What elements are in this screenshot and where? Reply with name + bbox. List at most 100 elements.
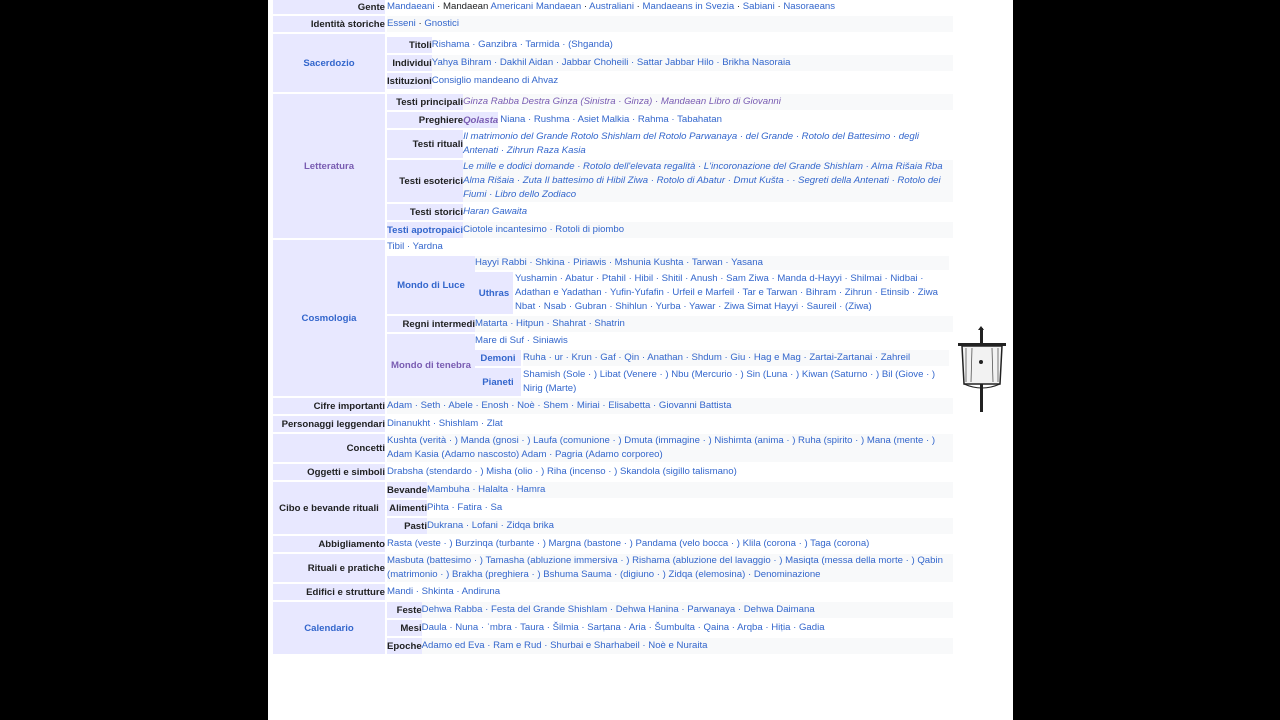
subgroup-label: Testi principali <box>387 94 464 110</box>
subgroup-table: Tibil · Yardna Mondo di Luce Hayyi Rabbi… <box>387 238 953 398</box>
row-personaggi: Personaggi leggendari Dinanukht · Shishla… <box>273 416 953 432</box>
row-links[interactable]: Rishama · Ganzibra · Tarmida · (Shganda) <box>431 37 953 53</box>
row-links[interactable]: Kushta (verità · ) Manda (gnosi · ) Lauf… <box>387 434 953 462</box>
subgroup-label: Mesi <box>387 620 422 636</box>
row-links[interactable]: Niana · Rushma · Asiet Malkia · Rahma · … <box>500 112 949 128</box>
group-label: Cibo e bevande rituali <box>273 482 385 534</box>
row-links[interactable]: Dinanukht · Shishlam · Zlat <box>387 416 953 432</box>
row-links[interactable]: Dukrana · Lofani · Zidqa brika <box>427 518 953 534</box>
group-label: Rituali e pratiche <box>273 554 385 582</box>
subgroup-label[interactable]: Mondo di tenebra <box>387 334 475 396</box>
subgroup-label: Preghiere <box>387 112 464 128</box>
row-links[interactable]: Ruha · ur · Krun · Gaf · Qin · Anathan ·… <box>523 350 949 366</box>
group-label: Identità storiche <box>273 16 385 32</box>
row-links[interactable]: Ciotole incantesimo · Rotoli di piombo <box>463 222 953 238</box>
row-links[interactable]: Hayyi Rabbi · Shkina · Piriawis · Mshuni… <box>475 256 949 270</box>
subgroup-container: Mare di Suf · Siniawis Demoni Ruha · ur … <box>475 334 953 396</box>
subgroup-label: Alimenti <box>387 500 427 516</box>
navbox-page: Gente Mandaeani · Mandaean Americani Man… <box>268 0 1013 720</box>
row-links: Esseni · Gnostici <box>387 16 953 32</box>
row-cosmologia: Cosmologia Tibil · Yardna Mondo di Luce … <box>273 240 953 396</box>
link[interactable]: Gnostici <box>424 18 459 29</box>
row-links[interactable]: Matarta · Hitpun · Shahrat · Shatrin <box>475 316 953 332</box>
group-label[interactable]: Calendario <box>273 602 385 654</box>
subgroup-label[interactable]: Uthras <box>475 272 513 314</box>
subgroup-table: Hayyi Rabbi · Shkina · Piriawis · Mshuni… <box>473 254 951 316</box>
subgroup-table: Bevande Mambuha · Halalta · Hamra Aliment… <box>387 480 953 536</box>
subgroup-label[interactable]: Mondo di Luce <box>387 256 475 314</box>
row-links[interactable]: Ginza Rabba Destra Ginza (Sinistra · Gin… <box>463 94 953 110</box>
link[interactable]: Mandaeani <box>387 1 434 12</box>
subgroup-container: Titoli Rishama · Ganzibra · Tarmida · (Sh… <box>387 34 953 92</box>
subgroup-label: Istituzioni <box>387 73 432 89</box>
row-links[interactable]: Adamo ed Eva · Ram e Rud · Shurbai e Sha… <box>421 638 953 654</box>
subgroup-label: Titoli <box>387 37 432 53</box>
row-oggetti: Oggetti e simboli Drabsha (stendardo · ) … <box>273 464 953 480</box>
row-letteratura: Letteratura Testi principali Ginza Rabba … <box>273 94 953 238</box>
subgroup-container: Tibil · Yardna Mondo di Luce Hayyi Rabbi… <box>387 240 953 396</box>
group-label: Sacerdozio <box>273 34 385 92</box>
navbox-table: Gente Mandaeani · Mandaean Americani Man… <box>271 0 955 656</box>
subgroup-container: Bevande Mambuha · Halalta · Hamra Aliment… <box>387 482 953 534</box>
link[interactable]: Australiani <box>589 1 634 12</box>
row-abbigliamento: Abbigliamento Rasta (veste · ) Burzinqa (… <box>273 536 953 552</box>
subgroup-table: Feste Dehwa Rabba · Festa del Grande Shis… <box>387 600 953 656</box>
row-links[interactable]: Dehwa Rabba · Festa del Grande Shishlam … <box>421 602 953 618</box>
row-links[interactable]: Tibil · Yardna <box>387 240 953 254</box>
subgroup-label[interactable]: Pianeti <box>475 368 521 396</box>
row-links[interactable]: Consiglio mandeano di Ahvaz <box>431 73 953 89</box>
subgroup-container: Testi principali Ginza Rabba Destra Ginza… <box>387 94 953 238</box>
row-links[interactable]: Il matrimonio del Grande Rotolo Shishlam… <box>463 130 953 158</box>
row-links[interactable]: Shamish (Sole · ) Libat (Venere · ) Nbu … <box>523 368 949 396</box>
row-links[interactable]: Yahya Bihram · Dakhil Aidan · Jabbar Cho… <box>431 55 953 71</box>
row-gente: Gente Mandaeani · Mandaean Americani Man… <box>273 0 953 14</box>
subgroup-label: Bevande <box>387 482 427 498</box>
group-label: Cifre importanti <box>273 398 385 414</box>
group-label[interactable]: Cosmologia <box>273 240 385 396</box>
subgroup-label: Testi rituali <box>387 130 464 158</box>
navbox: Gente Mandaeani · Mandaean Americani Man… <box>271 0 955 656</box>
inner-label[interactable]: Qolasta <box>463 112 499 128</box>
row-links: Mandaeani · Mandaean Americani Mandaean … <box>387 0 953 14</box>
subgroup-table: Testi principali Ginza Rabba Destra Ginza… <box>387 92 953 240</box>
row-links[interactable]: Masbuta (battesimo · ) Tamasha (abluzion… <box>387 554 953 582</box>
text: Mandaean <box>443 1 489 12</box>
link[interactable]: Esseni <box>387 18 416 29</box>
subgroup-label: Feste <box>387 602 422 618</box>
row-links[interactable]: Rasta (veste · ) Burzinqa (turbante · ) … <box>387 536 953 552</box>
row-cifre: Cifre importanti Adam · Seth · Abele · En… <box>273 398 953 414</box>
row-concetti: Concetti Kushta (verità · ) Manda (gnosi … <box>273 434 953 462</box>
link[interactable]: Americani Mandaean <box>491 1 582 12</box>
subgroup-label[interactable]: Demoni <box>475 350 521 366</box>
group-label: Personaggi leggendari <box>273 416 385 432</box>
group-label: Oggetti e simboli <box>273 464 385 480</box>
link[interactable]: Sabiani <box>743 1 775 12</box>
group-label: Concetti <box>273 434 385 462</box>
row-cibo: Cibo e bevande rituali Bevande Mambuha · … <box>273 482 953 534</box>
row-links[interactable]: Mandi · Shkinta · Andiruna <box>387 584 953 600</box>
subgroup-table: Mare di Suf · Siniawis Demoni Ruha · ur … <box>473 332 951 398</box>
subgroup-table: Titoli Rishama · Ganzibra · Tarmida · (Sh… <box>387 35 953 91</box>
group-label: Gente <box>273 0 385 14</box>
subgroup-container: Feste Dehwa Rabba · Festa del Grande Shis… <box>387 602 953 654</box>
drabsha-icon <box>958 326 1006 412</box>
row-links[interactable]: Haran Gawaita <box>463 204 953 220</box>
row-links[interactable]: Daula · Nuna · ʿmbra · Taura · Šilmia · … <box>421 620 953 636</box>
group-label: Abbigliamento <box>273 536 385 552</box>
row-links[interactable]: Drabsha (stendardo · ) Misha (olio · ) R… <box>387 464 953 480</box>
row-identita: Identità storiche Esseni · Gnostici <box>273 16 953 32</box>
row-links[interactable]: Mambuha · Halalta · Hamra <box>427 482 953 498</box>
row-links[interactable]: Pihta · Fatira · Sa <box>427 500 953 516</box>
prayer-container: Qolasta Niana · Rushma · Asiet Malkia · … <box>463 112 953 128</box>
row-links[interactable]: Le mille e dodici domande · Rotolo dell'… <box>463 160 953 202</box>
subgroup-label: Individui <box>387 55 432 71</box>
subgroup-label: Pasti <box>387 518 427 534</box>
subgroup-label[interactable]: Testi apotropaici <box>387 222 464 238</box>
row-links[interactable]: Adam · Seth · Abele · Enosh · Noè · Shem… <box>387 398 953 414</box>
row-calendario: Calendario Feste Dehwa Rabba · Festa del … <box>273 602 953 654</box>
row-links[interactable]: Yushamin · Abatur · Ptahil · Hibil · Shi… <box>515 272 949 314</box>
link[interactable]: Nasoraeans <box>783 1 835 12</box>
prayer-table: Qolasta Niana · Rushma · Asiet Malkia · … <box>461 112 951 128</box>
row-links[interactable]: Mare di Suf · Siniawis <box>475 334 949 348</box>
link[interactable]: Mandaeans in Svezia <box>643 1 735 12</box>
